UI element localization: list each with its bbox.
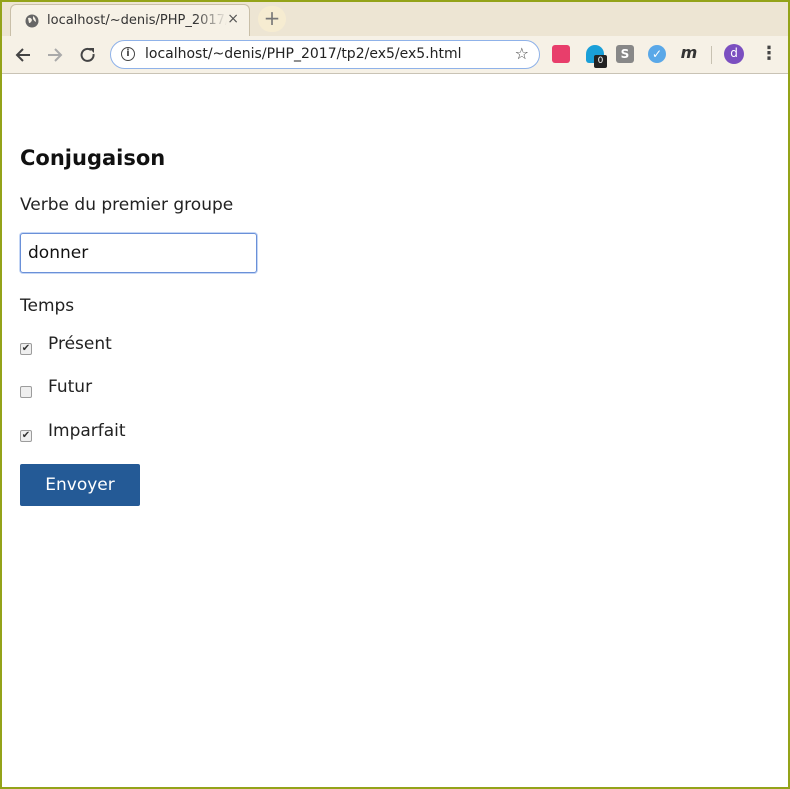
- tense-option-label: Imparfait: [48, 421, 126, 441]
- tab-title: localhost/~denis/PHP_2017/tp2/ex5/ex5.ht…: [47, 13, 227, 28]
- menu-dots-icon[interactable]: ⋮: [760, 44, 778, 64]
- tab-strip: localhost/~denis/PHP_2017/tp2/ex5/ex5.ht…: [0, 0, 790, 36]
- back-arrow-icon[interactable]: [10, 42, 36, 68]
- globe-icon: [25, 14, 39, 28]
- window-border: [0, 0, 790, 789]
- reload-icon[interactable]: [75, 42, 101, 68]
- tense-label: Temps: [20, 296, 75, 316]
- extension-badge: 0: [594, 55, 607, 68]
- new-tab-button[interactable]: +: [258, 6, 286, 32]
- checkbox-futur[interactable]: [20, 386, 32, 398]
- browser-tab[interactable]: localhost/~denis/PHP_2017/tp2/ex5/ex5.ht…: [10, 4, 250, 36]
- toolbar-divider: [711, 46, 712, 64]
- checkbox-imparfait[interactable]: ✔: [20, 430, 32, 442]
- browser-toolbar: i localhost/~denis/PHP_2017/tp2/ex5/ex5.…: [0, 36, 790, 74]
- url-text[interactable]: localhost/~denis/PHP_2017/tp2/ex5/ex5.ht…: [145, 46, 462, 62]
- close-tab-icon[interactable]: ×: [227, 11, 239, 27]
- checkbox-present[interactable]: ✔: [20, 343, 32, 355]
- star-icon[interactable]: ☆: [515, 44, 529, 63]
- info-icon[interactable]: i: [121, 47, 135, 61]
- extension-check-icon[interactable]: ✓: [648, 45, 666, 63]
- address-bar[interactable]: i localhost/~denis/PHP_2017/tp2/ex5/ex5.…: [110, 40, 540, 69]
- verb-label: Verbe du premier groupe: [20, 195, 234, 215]
- extension-s-icon[interactable]: S: [616, 45, 634, 63]
- tense-option-label: Présent: [48, 334, 112, 354]
- extension-pocket-icon[interactable]: [552, 45, 570, 63]
- profile-avatar[interactable]: d: [724, 44, 744, 64]
- forward-arrow-icon[interactable]: [42, 42, 68, 68]
- extension-m-icon[interactable]: m: [680, 44, 698, 62]
- verb-input[interactable]: [20, 233, 257, 273]
- submit-button[interactable]: Envoyer: [20, 464, 140, 506]
- tense-option-label: Futur: [48, 377, 93, 397]
- page-title: Conjugaison: [20, 146, 166, 170]
